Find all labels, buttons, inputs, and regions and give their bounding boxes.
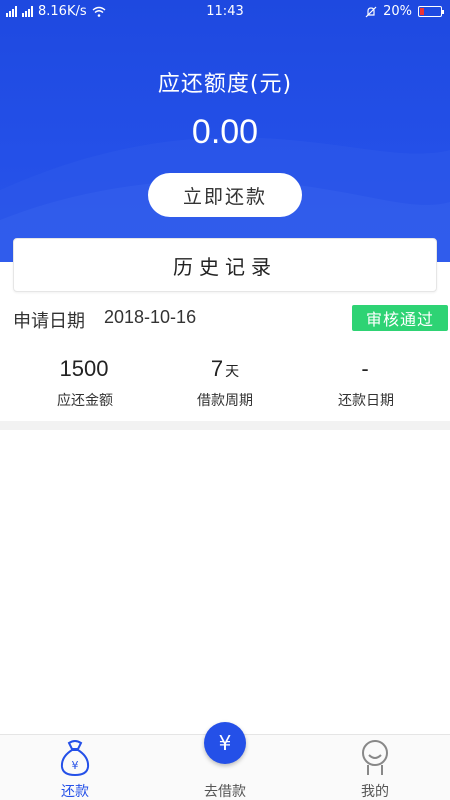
section-divider — [0, 421, 450, 430]
history-header: 历史记录 — [13, 238, 437, 292]
record-stats: 1500 应还金额 7天 借款周期 - 还款日期 — [0, 352, 450, 416]
stat-caption: 还款日期 — [338, 393, 394, 409]
user-icon — [362, 740, 388, 775]
status-badge: 审核通过 — [352, 305, 448, 331]
battery-icon — [418, 6, 444, 17]
status-bar: 8.16K/s 11:43 20% — [0, 0, 450, 24]
repay-now-button[interactable]: 立即还款 — [148, 173, 302, 217]
nav-label: 去借款 — [204, 784, 246, 800]
stat-unit: 天 — [225, 363, 240, 379]
status-right: 20% — [365, 4, 444, 19]
header-banner: 8.16K/s 11:43 20% 应还额度(元) 0.00 立即还款 — [0, 0, 450, 262]
stat-caption: 应还金额 — [57, 393, 113, 409]
battery-percent: 20% — [383, 4, 412, 19]
amount-title: 应还额度(元) — [157, 72, 293, 97]
mute-bell-icon — [365, 6, 377, 17]
nav-item-mine[interactable]: 我的 — [300, 735, 450, 800]
nav-label: 我的 — [361, 784, 389, 800]
app-screen: 8.16K/s 11:43 20% 应还额度(元) 0.00 立即还款 历史记录 — [0, 0, 450, 800]
amount-value: 0.00 — [191, 113, 259, 151]
stat-value: 7 — [210, 356, 224, 381]
nav-label: 还款 — [61, 784, 89, 800]
apply-date-label: 申请日期 — [13, 311, 85, 332]
stat-value: 1500 — [59, 356, 109, 381]
stat-value: - — [361, 356, 369, 381]
apply-date-value: 2018-10-16 — [104, 307, 197, 327]
stat-amount: 1500 应还金额 — [10, 352, 160, 410]
stat-period: 7天 借款周期 — [150, 352, 300, 410]
stat-repay-date: - 还款日期 — [291, 352, 441, 410]
svg-text:¥: ¥ — [72, 759, 79, 772]
money-bag-icon: ¥ — [60, 740, 90, 777]
borrow-fab-button[interactable]: ¥ — [204, 722, 246, 764]
yen-icon: ¥ — [218, 731, 232, 755]
nav-item-repay[interactable]: ¥ 还款 — [0, 735, 150, 800]
stat-caption: 借款周期 — [197, 393, 253, 409]
